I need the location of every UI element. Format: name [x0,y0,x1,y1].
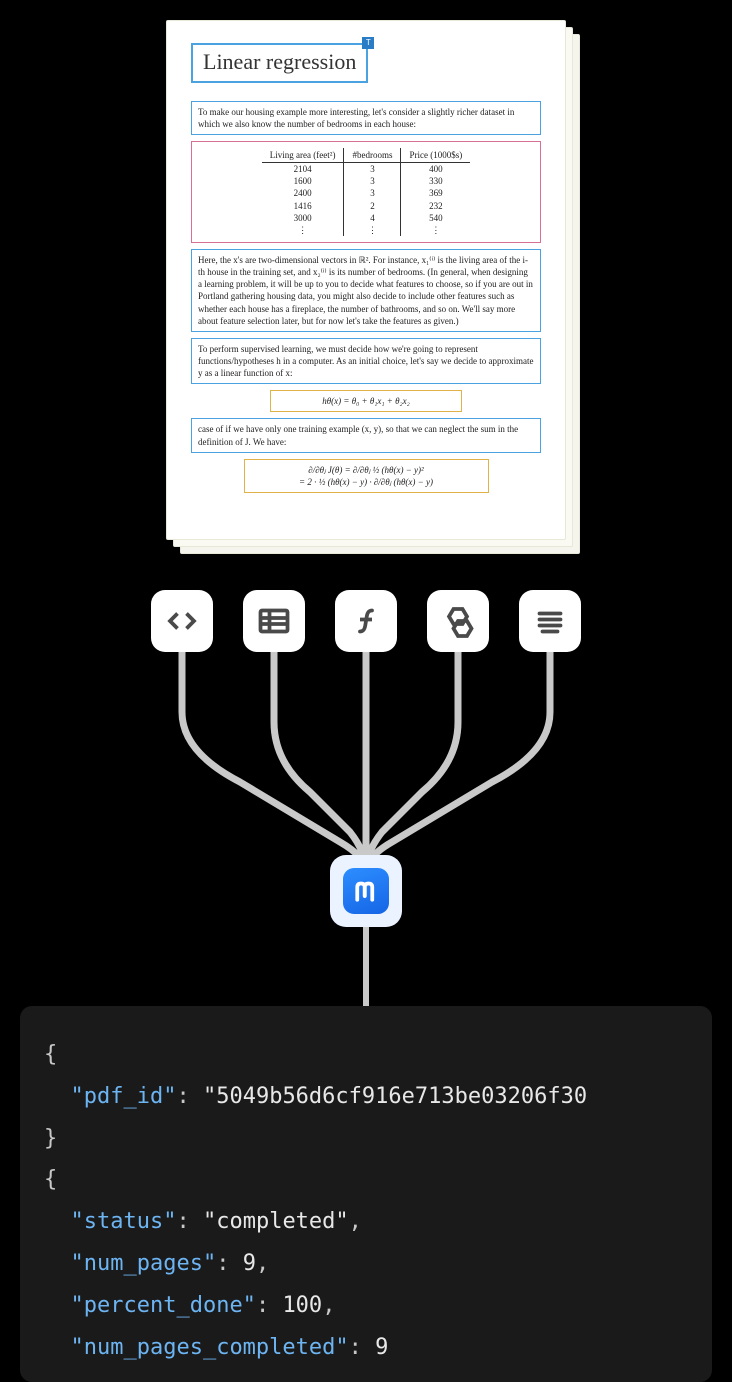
text-icon [519,590,581,652]
doc-para2-block: Here, the x's are two-dimensional vector… [191,249,541,332]
doc-para4-text: case of if we have only one training exa… [198,424,518,446]
doc-intro-text: To make our housing example more interes… [198,107,514,129]
document-stack: Linear regression T To make our housing … [166,20,566,550]
doc-formula2-block: ∂/∂θⱼ J(θ) = ∂/∂θⱼ ½ (hθ(x) − y)² = 2 · … [244,459,489,493]
table-header: Price (1000$s) [401,148,470,163]
table-row: 24003369 [262,187,470,199]
doc-formula2b: = 2 · ½ (hθ(x) − y) · ∂/∂θⱼ (hθ(x) − y) [251,476,482,488]
connector-lines [0,652,732,872]
icon-row [151,590,581,652]
doc-intro-block: To make our housing example more interes… [191,101,541,135]
doc-table-block: Living area (feet²)#bedroomsPrice (1000$… [191,141,541,243]
logo-to-code-line [363,927,369,1007]
table-row: 16003330 [262,175,470,187]
code-icon [151,590,213,652]
table-header: Living area (feet²) [262,148,344,163]
table-icon [243,590,305,652]
doc-formula1-block: hθ(x) = θ₀ + θ₁x₁ + θ₂x₂ [270,390,463,412]
table-row: ⋮⋮⋮ [262,224,470,236]
doc-page-front: Linear regression T To make our housing … [166,20,566,540]
molecule-icon [427,590,489,652]
table-row: 14162232 [262,200,470,212]
doc-para3-block: To perform supervised learning, we must … [191,338,541,384]
table-header: #bedrooms [344,148,401,163]
doc-title-text: Linear regression [203,49,356,74]
code-output: { "pdf_id": "5049b56d6cf916e713be03206f3… [20,1006,712,1382]
table-row: 30004540 [262,212,470,224]
doc-formula1: hθ(x) = θ₀ + θ₁x₁ + θ₂x₂ [322,396,410,406]
doc-para3-text: To perform supervised learning, we must … [198,344,534,378]
doc-para2-text: Here, the x's are two-dimensional vector… [198,255,533,326]
doc-para4-block: case of if we have only one training exa… [191,418,541,452]
doc-table: Living area (feet²)#bedroomsPrice (1000$… [262,148,470,236]
table-row: 21043400 [262,163,470,176]
function-icon [335,590,397,652]
doc-title-tag: T [362,37,374,49]
logo-box [330,855,402,927]
logo-icon [343,868,389,914]
doc-formula2a: ∂/∂θⱼ J(θ) = ∂/∂θⱼ ½ (hθ(x) − y)² [251,464,482,476]
doc-title: Linear regression T [191,43,368,83]
